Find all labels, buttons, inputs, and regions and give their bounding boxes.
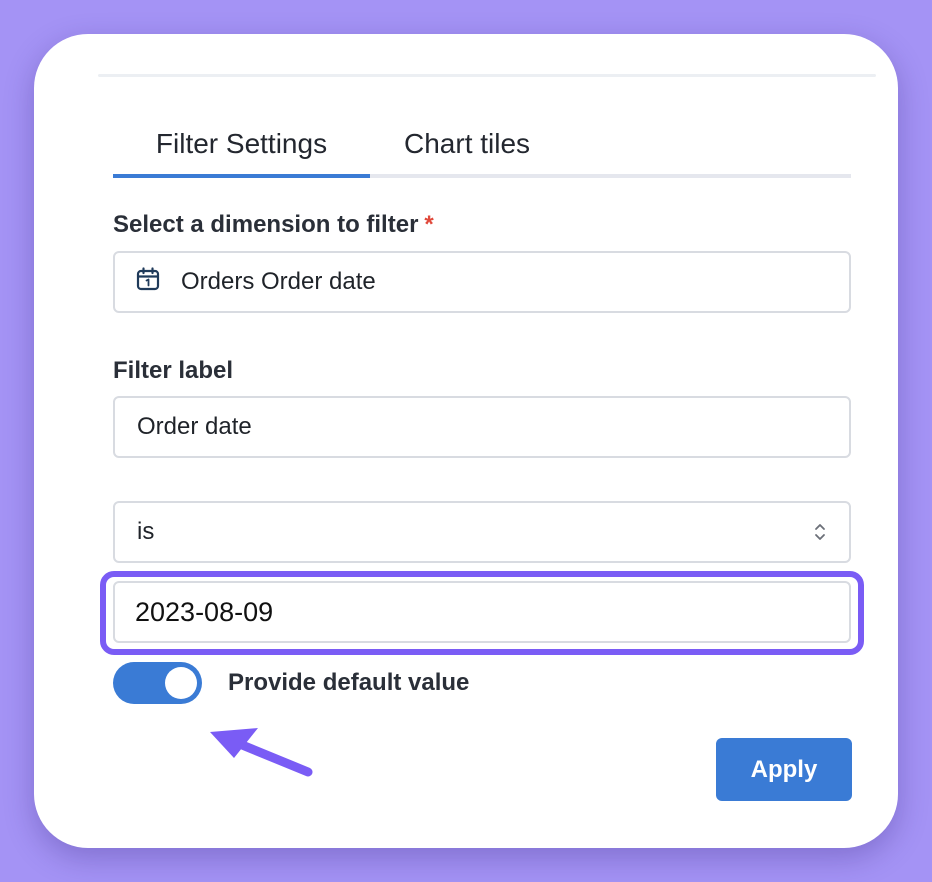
tab-chart-tiles[interactable]: Chart tiles bbox=[370, 114, 575, 174]
date-value-input[interactable]: 2023-08-09 bbox=[113, 581, 851, 643]
filter-label-heading: Filter label bbox=[113, 357, 234, 384]
dimension-label-text: Select a dimension to filter bbox=[113, 211, 419, 238]
filter-panel: Filter Settings Chart tiles Select a dim… bbox=[34, 34, 898, 848]
calendar-icon bbox=[135, 266, 161, 299]
default-value-label: Provide default value bbox=[228, 669, 470, 696]
filter-label-value: Order date bbox=[137, 413, 252, 440]
chevron-updown-icon bbox=[813, 521, 827, 543]
panel-top-divider bbox=[98, 74, 876, 77]
operator-value: is bbox=[137, 518, 155, 545]
toggle-knob bbox=[165, 667, 197, 699]
date-value: 2023-08-09 bbox=[135, 596, 274, 627]
dimension-label: Select a dimension to filter * bbox=[113, 211, 434, 239]
filter-label-input[interactable]: Order date bbox=[113, 396, 851, 458]
required-mark: * bbox=[424, 211, 434, 238]
pointer-arrow-icon bbox=[210, 728, 313, 777]
tab-filter-settings[interactable]: Filter Settings bbox=[113, 114, 370, 178]
default-value-toggle[interactable] bbox=[113, 662, 202, 704]
operator-select[interactable]: is bbox=[113, 501, 851, 563]
apply-button[interactable]: Apply bbox=[716, 738, 852, 801]
dimension-select[interactable]: Orders Order date bbox=[113, 251, 851, 313]
tab-bar: Filter Settings Chart tiles bbox=[113, 114, 851, 178]
dimension-value: Orders Order date bbox=[181, 268, 376, 295]
